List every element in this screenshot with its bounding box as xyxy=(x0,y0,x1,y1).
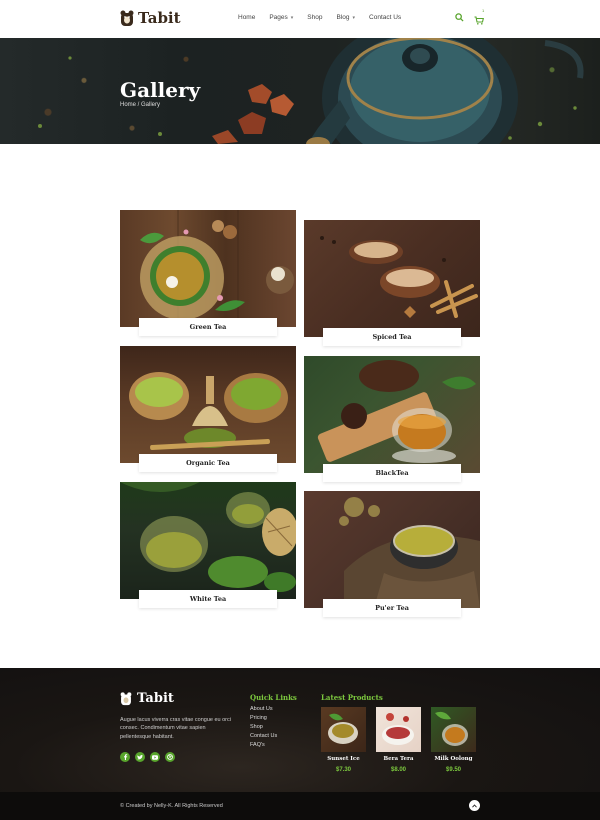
footer-logo[interactable]: Tabit xyxy=(120,691,174,706)
gallery-caption: Pu'er Tea xyxy=(323,599,461,617)
footer-link-pricing[interactable]: Pricing xyxy=(250,715,277,721)
back-to-top-button[interactable] xyxy=(469,800,480,811)
page-title: Gallery xyxy=(120,78,201,102)
gallery-item[interactable]: Spiced Tea xyxy=(304,220,480,346)
quick-links-title: Quick Links xyxy=(250,693,297,702)
nav-label: Blog xyxy=(336,14,350,21)
brand-name: Tabit xyxy=(138,9,181,27)
product-price: $8.00 xyxy=(390,767,406,773)
nav-label: Pages xyxy=(269,14,288,21)
nav-item-home[interactable]: Home xyxy=(238,14,255,21)
footer-brand-name: Tabit xyxy=(137,691,174,706)
product-price: $9.50 xyxy=(445,767,461,773)
nav-label: Home xyxy=(238,14,256,21)
bear-logo-icon xyxy=(120,10,134,26)
latest-products-title: Latest Products xyxy=(321,693,383,702)
nav-item-blog[interactable]: Blog ▾ xyxy=(336,14,355,21)
gallery-item[interactable]: White Tea xyxy=(120,482,296,608)
site-header: Tabit Home Pages ▾ Shop Blog ▾ Contact Us … xyxy=(0,0,600,38)
gallery-caption: Spiced Tea xyxy=(323,328,461,346)
header-actions: 1 xyxy=(455,8,484,25)
nav-label: Contact Us xyxy=(369,14,402,21)
gallery-item[interactable]: Pu'er Tea xyxy=(304,491,480,617)
breadcrumb[interactable]: Home / Gallery xyxy=(120,102,160,108)
product-card[interactable]: Milk Oolong $9.50 xyxy=(431,707,476,773)
twitter-icon[interactable] xyxy=(135,752,145,762)
main-nav: Home Pages ▾ Shop Blog ▾ Contact Us xyxy=(238,14,401,21)
nav-label: Shop xyxy=(307,14,323,21)
product-card[interactable]: Sunset Ice $7.30 xyxy=(321,707,366,773)
gallery-image-puer-tea[interactable] xyxy=(304,491,480,608)
youtube-icon[interactable] xyxy=(150,752,160,762)
cart-icon xyxy=(474,16,484,25)
gallery-item[interactable]: Organic Tea xyxy=(120,346,296,472)
gallery-image-organic-tea[interactable] xyxy=(120,346,296,463)
page-banner: Gallery Home / Gallery xyxy=(0,38,600,144)
gallery-caption: White Tea xyxy=(139,590,277,608)
copyright-text: © Created by Nelly-K. All Rights Reserve… xyxy=(120,803,223,809)
cart-count-badge: 1 xyxy=(482,8,485,13)
product-price: $7.30 xyxy=(335,767,351,773)
site-footer: Tabit Augue lacus viverra cras vitae con… xyxy=(0,668,600,792)
gallery-image-black-tea[interactable] xyxy=(304,356,480,473)
product-name: Sunset Ice xyxy=(327,756,360,762)
footer-link-faq[interactable]: FAQ's xyxy=(250,742,277,748)
product-image[interactable] xyxy=(321,707,366,752)
social-links xyxy=(120,752,175,762)
gallery-image-green-tea[interactable] xyxy=(120,210,296,327)
product-image[interactable] xyxy=(376,707,421,752)
gallery-image-white-tea[interactable] xyxy=(120,482,296,599)
footer-bottom-bar: © Created by Nelly-K. All Rights Reserve… xyxy=(0,792,600,820)
chevron-down-icon: ▾ xyxy=(352,14,356,21)
gallery-item[interactable]: BlackTea xyxy=(304,356,480,482)
gallery-caption: Organic Tea xyxy=(139,454,277,472)
dribbble-icon[interactable] xyxy=(165,752,175,762)
chevron-up-icon xyxy=(472,803,477,808)
gallery-caption: BlackTea xyxy=(323,464,461,482)
search-icon[interactable] xyxy=(455,12,464,22)
cart-button[interactable]: 1 xyxy=(474,8,484,25)
chevron-down-icon: ▾ xyxy=(290,14,294,21)
product-name: Bera Tera xyxy=(383,756,414,762)
footer-link-shop[interactable]: Shop xyxy=(250,724,277,730)
product-image[interactable] xyxy=(431,707,476,752)
gallery-item[interactable]: Green Tea xyxy=(120,210,296,336)
footer-link-contact[interactable]: Contact Us xyxy=(250,733,277,739)
footer-description: Augue lacus viverra cras vitae congue eu… xyxy=(120,717,231,740)
nav-item-shop[interactable]: Shop xyxy=(307,14,322,21)
nav-item-pages[interactable]: Pages ▾ xyxy=(269,14,293,21)
nav-item-contact[interactable]: Contact Us xyxy=(369,14,401,21)
quick-links-list: About Us Pricing Shop Contact Us FAQ's xyxy=(250,706,277,748)
gallery-image-spiced-tea[interactable] xyxy=(304,220,480,337)
product-name: Milk Oolong xyxy=(434,756,473,762)
gallery-caption: Green Tea xyxy=(139,318,277,336)
product-card[interactable]: Bera Tera $8.00 xyxy=(376,707,421,773)
logo[interactable]: Tabit xyxy=(120,9,181,27)
footer-link-about[interactable]: About Us xyxy=(250,706,277,712)
facebook-icon[interactable] xyxy=(120,752,130,762)
bear-logo-icon xyxy=(120,691,132,705)
teapot-image xyxy=(38,38,584,144)
